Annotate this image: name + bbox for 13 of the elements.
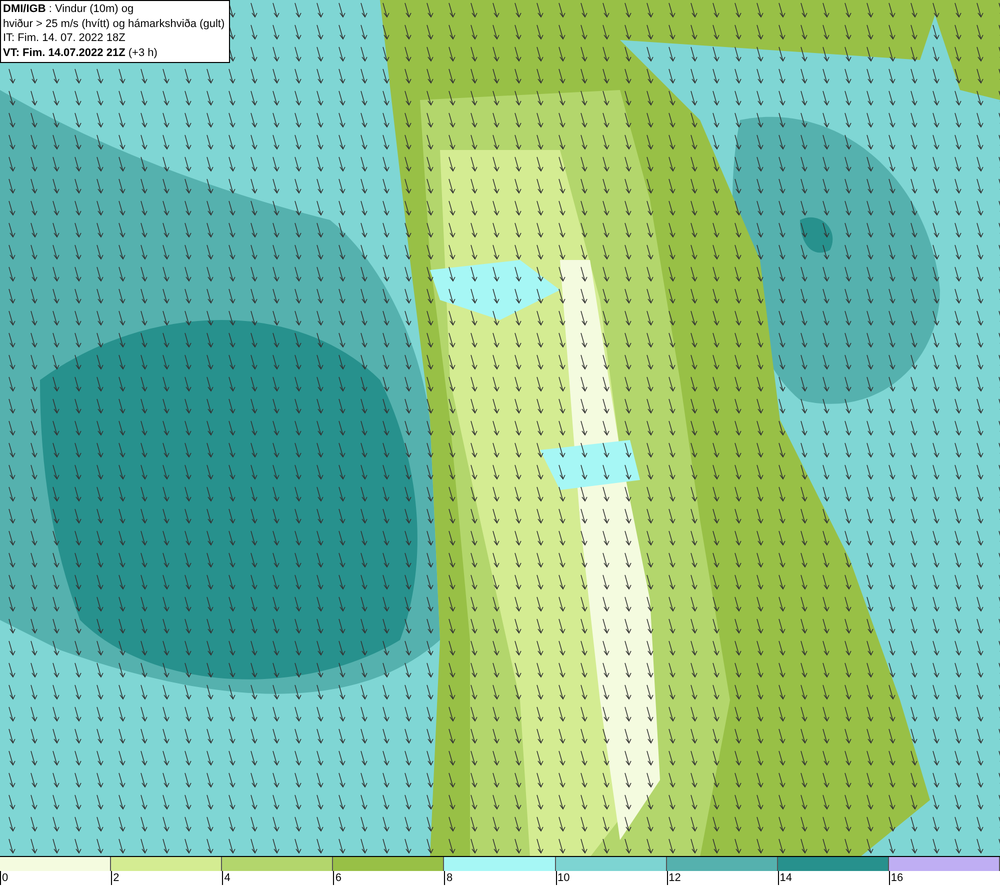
- legend-label: 6: [333, 871, 342, 886]
- legend-label: 14: [778, 871, 792, 886]
- legend-label: 4: [222, 871, 230, 886]
- info-text: IT: Fim. 14. 07. 2022 18Z: [3, 31, 126, 46]
- legend-label: 8: [444, 871, 453, 886]
- legend-label: 12: [666, 871, 681, 886]
- legend-label: 0: [0, 871, 8, 886]
- legend-label: 2: [111, 871, 120, 886]
- legend-label: 16: [888, 871, 904, 886]
- info-text: DMI/IGB : Vindur (10m) og: [3, 2, 135, 16]
- info-text: VT: Fim. 14.07.2022 21Z (+3 h): [3, 46, 158, 60]
- legend-label: 10: [556, 871, 570, 886]
- info-text: hviður > 25 m/s (hvítt) og hámarkshviða (gult): [3, 16, 225, 31]
